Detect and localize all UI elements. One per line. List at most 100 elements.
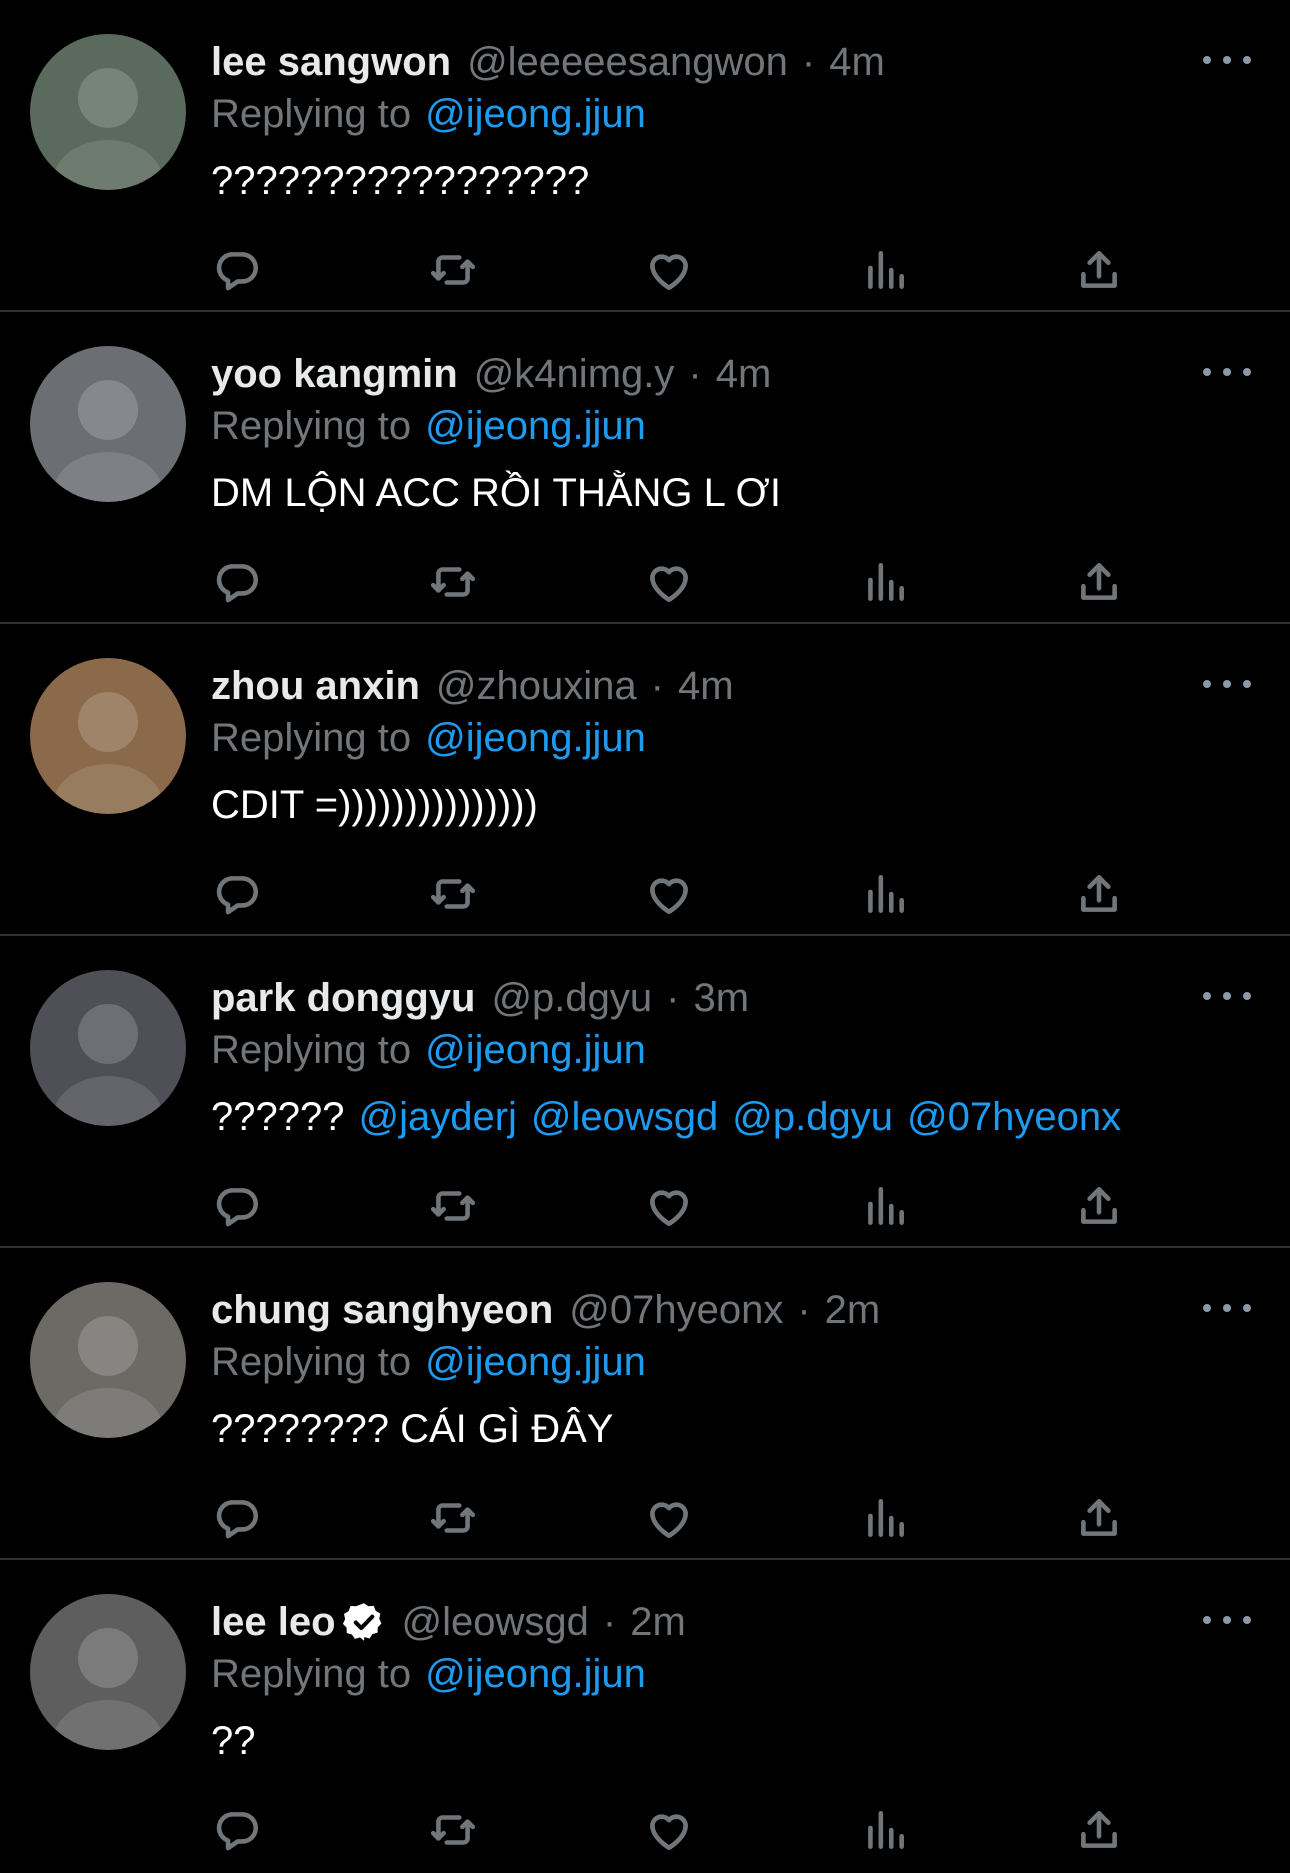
timestamp[interactable]: 4m xyxy=(829,40,885,85)
reply-feed: lee sangwon @leeeeesangwon · 4m Replying… xyxy=(0,0,1290,1872)
reply-icon[interactable] xyxy=(209,554,265,610)
timestamp[interactable]: 3m xyxy=(693,976,749,1021)
mention-link[interactable]: @leowsgd xyxy=(531,1095,718,1140)
views-icon[interactable] xyxy=(857,242,913,298)
reply-tweet-2[interactable]: yoo kangmin @k4nimg.y · 4m Replying to @… xyxy=(0,312,1290,624)
avatar[interactable] xyxy=(30,34,186,190)
separator-dot: · xyxy=(688,351,702,396)
avatar[interactable] xyxy=(30,1282,186,1438)
user-handle[interactable]: @07hyeonx xyxy=(569,1288,783,1333)
views-icon[interactable] xyxy=(857,1802,913,1858)
avatar-image xyxy=(30,1594,186,1750)
avatar[interactable] xyxy=(30,658,186,814)
retweet-icon[interactable] xyxy=(425,554,481,610)
display-name[interactable]: lee sangwon xyxy=(211,40,451,85)
heart-icon[interactable] xyxy=(641,1490,697,1546)
more-horizontal-icon[interactable] xyxy=(1203,670,1251,698)
reply-icon[interactable] xyxy=(209,242,265,298)
views-icon[interactable] xyxy=(857,866,913,922)
heart-icon[interactable] xyxy=(641,866,697,922)
user-handle[interactable]: @zhouxina xyxy=(436,664,637,709)
replying-to-line: Replying to @ijeong.jjun xyxy=(211,1024,646,1076)
tweet-text-content: CDIT =))))))))))))))) xyxy=(211,782,538,827)
tweet-text: ????????????????? xyxy=(211,152,589,210)
display-name[interactable]: park donggyu xyxy=(211,976,475,1021)
separator-dot: · xyxy=(666,975,680,1020)
reply-icon[interactable] xyxy=(209,1490,265,1546)
avatar[interactable] xyxy=(30,970,186,1126)
separator-dot: · xyxy=(650,663,664,708)
replying-to-handle[interactable]: @ijeong.jjun xyxy=(425,1028,646,1073)
views-icon[interactable] xyxy=(857,1490,913,1546)
more-horizontal-icon[interactable] xyxy=(1203,46,1251,74)
avatar-image xyxy=(30,346,186,502)
display-name[interactable]: zhou anxin xyxy=(211,664,420,709)
share-icon[interactable] xyxy=(1071,866,1127,922)
timestamp[interactable]: 2m xyxy=(630,1600,686,1645)
replying-to-label: Replying to xyxy=(211,403,412,448)
heart-icon[interactable] xyxy=(641,554,697,610)
tweet-header: yoo kangmin @k4nimg.y · 4m xyxy=(211,348,771,400)
display-name[interactable]: chung sanghyeon xyxy=(211,1288,553,1333)
user-handle[interactable]: @k4nimg.y xyxy=(474,352,675,397)
avatar-image xyxy=(30,658,186,814)
replying-to-line: Replying to @ijeong.jjun xyxy=(211,88,646,140)
tweet-actions xyxy=(0,1802,1290,1858)
replying-to-handle[interactable]: @ijeong.jjun xyxy=(425,1652,646,1697)
user-handle[interactable]: @leeeeesangwon xyxy=(467,40,788,85)
retweet-icon[interactable] xyxy=(425,1802,481,1858)
more-horizontal-icon[interactable] xyxy=(1203,1294,1251,1322)
retweet-icon[interactable] xyxy=(425,866,481,922)
replying-to-handle[interactable]: @ijeong.jjun xyxy=(425,404,646,449)
replying-to-label: Replying to xyxy=(211,1027,412,1072)
reply-tweet-5[interactable]: chung sanghyeon @07hyeonx · 2m Replying … xyxy=(0,1248,1290,1560)
user-handle[interactable]: @leowsgd xyxy=(402,1600,589,1645)
user-handle[interactable]: @p.dgyu xyxy=(491,976,652,1021)
reply-icon[interactable] xyxy=(209,1178,265,1234)
reply-icon[interactable] xyxy=(209,866,265,922)
views-icon[interactable] xyxy=(857,1178,913,1234)
tweet-actions xyxy=(0,1490,1290,1546)
views-icon[interactable] xyxy=(857,554,913,610)
timestamp[interactable]: 4m xyxy=(678,664,734,709)
replying-to-handle[interactable]: @ijeong.jjun xyxy=(425,92,646,137)
mention-link[interactable]: @p.dgyu xyxy=(732,1095,893,1140)
tweet-text: ?????? @jayderj @leowsgd @p.dgyu @07hyeonx xyxy=(211,1088,1121,1146)
replying-to-handle[interactable]: @ijeong.jjun xyxy=(425,716,646,761)
share-icon[interactable] xyxy=(1071,1802,1127,1858)
share-icon[interactable] xyxy=(1071,242,1127,298)
share-icon[interactable] xyxy=(1071,554,1127,610)
tweet-header: park donggyu @p.dgyu · 3m xyxy=(211,972,749,1024)
tweet-actions xyxy=(0,866,1290,922)
heart-icon[interactable] xyxy=(641,1802,697,1858)
more-horizontal-icon[interactable] xyxy=(1203,982,1251,1010)
tweet-text-content: ?? xyxy=(211,1718,256,1763)
heart-icon[interactable] xyxy=(641,242,697,298)
mention-link[interactable]: @07hyeonx xyxy=(907,1095,1121,1140)
reply-icon[interactable] xyxy=(209,1802,265,1858)
replying-to-handle[interactable]: @ijeong.jjun xyxy=(425,1340,646,1385)
share-icon[interactable] xyxy=(1071,1178,1127,1234)
retweet-icon[interactable] xyxy=(425,1490,481,1546)
timestamp[interactable]: 2m xyxy=(825,1288,881,1333)
display-name[interactable]: lee leo xyxy=(211,1600,336,1645)
replying-to-label: Replying to xyxy=(211,91,412,136)
tweet-actions xyxy=(0,1178,1290,1234)
timestamp[interactable]: 4m xyxy=(716,352,772,397)
reply-tweet-6[interactable]: lee leo @leowsgd · 2m Replying to @ijeon… xyxy=(0,1560,1290,1872)
reply-tweet-4[interactable]: park donggyu @p.dgyu · 3m Replying to @i… xyxy=(0,936,1290,1248)
avatar[interactable] xyxy=(30,1594,186,1750)
retweet-icon[interactable] xyxy=(425,242,481,298)
more-horizontal-icon[interactable] xyxy=(1203,358,1251,386)
share-icon[interactable] xyxy=(1071,1490,1127,1546)
reply-tweet-3[interactable]: zhou anxin @zhouxina · 4m Replying to @i… xyxy=(0,624,1290,936)
more-horizontal-icon[interactable] xyxy=(1203,1606,1251,1634)
heart-icon[interactable] xyxy=(641,1178,697,1234)
avatar-image xyxy=(30,1282,186,1438)
avatar[interactable] xyxy=(30,346,186,502)
separator-dot: · xyxy=(797,1287,811,1332)
retweet-icon[interactable] xyxy=(425,1178,481,1234)
reply-tweet-1[interactable]: lee sangwon @leeeeesangwon · 4m Replying… xyxy=(0,0,1290,312)
mention-link[interactable]: @jayderj xyxy=(358,1095,516,1140)
display-name[interactable]: yoo kangmin xyxy=(211,352,458,397)
